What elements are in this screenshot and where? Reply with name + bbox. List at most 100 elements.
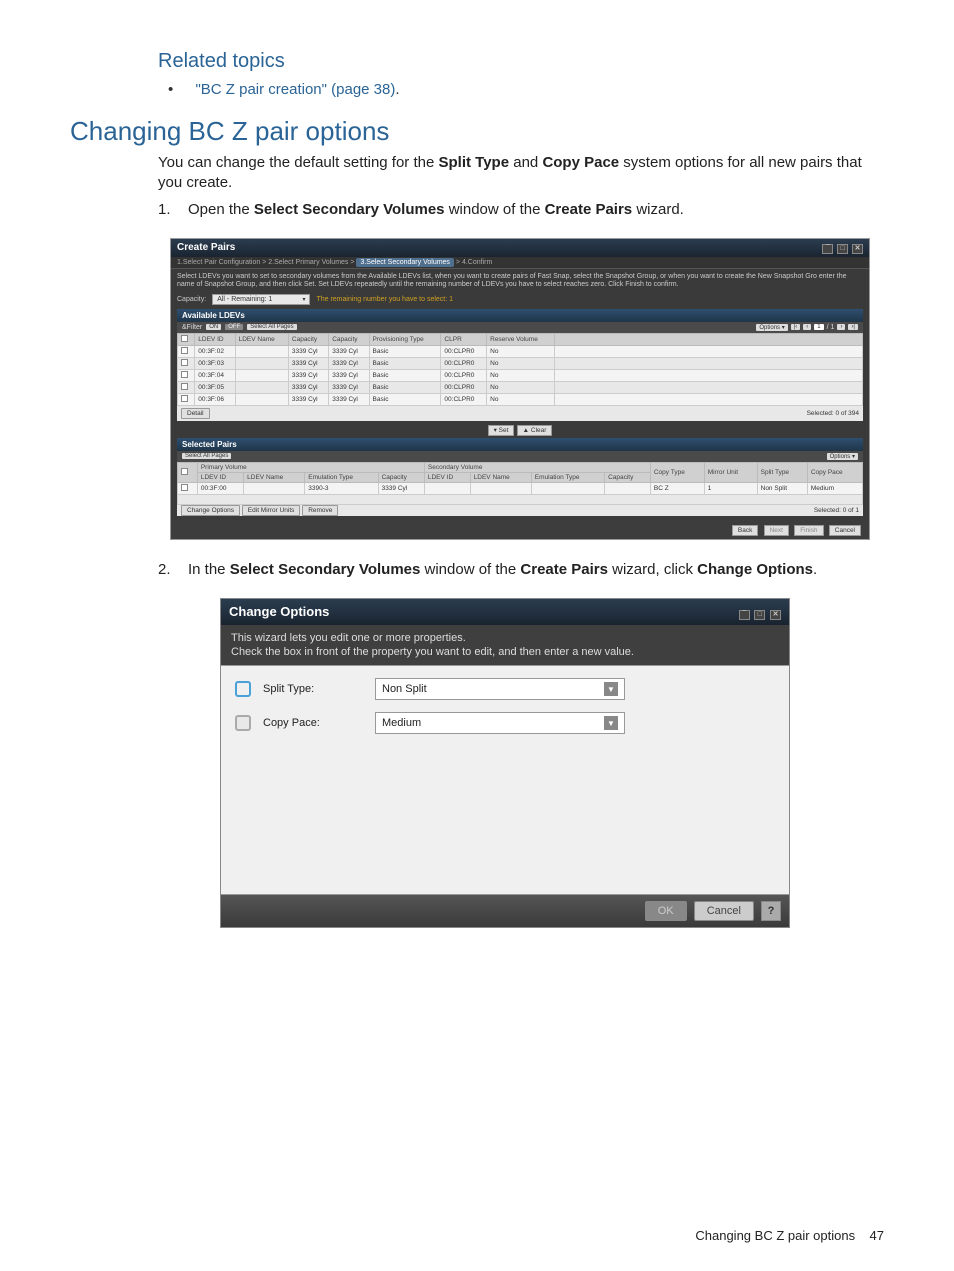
- step1-t3: wizard.: [632, 201, 684, 218]
- page-prev-button[interactable]: ‹: [803, 324, 811, 330]
- split-type-checkbox[interactable]: [235, 681, 251, 697]
- related-topics-heading: Related topics: [158, 50, 884, 73]
- selected-toolbar: Select All Pages Options ▾: [177, 451, 863, 462]
- back-button[interactable]: Back: [732, 525, 758, 536]
- col-prov-type: Provisioning Type: [369, 333, 441, 345]
- available-ldevs-table: LDEV ID LDEV Name Capacity Capacity Prov…: [177, 333, 863, 406]
- filter-off-button[interactable]: OFF: [225, 324, 243, 330]
- intro-bold-split: Split Type: [439, 154, 510, 171]
- intro-mid: and: [509, 154, 542, 171]
- minimize-icon[interactable]: ‾: [739, 610, 750, 620]
- close-icon[interactable]: ✕: [770, 610, 781, 620]
- page-first-button[interactable]: |‹: [791, 324, 801, 330]
- selected-count: Selected: 0 of 1: [814, 507, 859, 514]
- cancel-button[interactable]: Cancel: [829, 525, 861, 536]
- edit-mirror-button[interactable]: Edit Mirror Units: [242, 505, 301, 516]
- change-options-button[interactable]: Change Options: [181, 505, 240, 516]
- related-topics-item: • "BC Z pair creation" (page 38).: [168, 81, 884, 98]
- section-title: Changing BC Z pair options: [70, 116, 884, 147]
- copy-pace-dropdown[interactable]: Medium ▼: [375, 712, 625, 734]
- step2-b3: Change Options: [697, 561, 813, 578]
- wizard-step-2: 2.Select Primary Volumes: [268, 259, 348, 266]
- table-row[interactable]: 00:3F:033339 Cyl3339 CylBasic00:CLPR0No: [178, 357, 863, 369]
- table-row[interactable]: 00:3F:053339 Cyl3339 CylBasic00:CLPR0No: [178, 381, 863, 393]
- close-icon[interactable]: ✕: [852, 244, 863, 254]
- options-label: Options: [830, 454, 851, 460]
- dialog-title: Change Options: [229, 604, 329, 619]
- select-all-button[interactable]: Select All Pages: [247, 324, 296, 330]
- step2-t2: window of the: [420, 561, 520, 578]
- copy-pace-label: Copy Pace:: [263, 717, 363, 729]
- window-titlebar: Create Pairs ‾ □ ✕: [171, 239, 869, 257]
- table-row-empty: [178, 494, 863, 504]
- checkbox-header[interactable]: [178, 333, 195, 345]
- available-selected-count: Selected: 0 of 394: [807, 410, 859, 417]
- select-all-button-2[interactable]: Select All Pages: [182, 453, 231, 459]
- table-row[interactable]: 00:3F:043339 Cyl3339 CylBasic00:CLPR0No: [178, 369, 863, 381]
- step1-t2: window of the: [445, 201, 545, 218]
- page-number[interactable]: 1: [814, 324, 823, 330]
- dialog-titlebar: Change Options ‾ □ ✕: [221, 599, 789, 625]
- cancel-button[interactable]: Cancel: [694, 901, 754, 921]
- step-1-body: Open the Select Secondary Volumes window…: [188, 200, 884, 220]
- options-label: Options: [759, 325, 780, 331]
- step2-b2: Create Pairs: [520, 561, 608, 578]
- page-last-button[interactable]: ›|: [848, 324, 858, 330]
- step1-t1: Open the: [188, 201, 254, 218]
- split-type-value: Non Split: [382, 683, 427, 695]
- chevron-down-icon: ▼: [604, 716, 618, 730]
- table-row[interactable]: 00:3F:023339 Cyl3339 CylBasic00:CLPR0No: [178, 345, 863, 357]
- copy-pace-checkbox[interactable]: [235, 715, 251, 731]
- window-controls: ‾ □ ✕: [821, 242, 863, 254]
- help-button[interactable]: ?: [761, 901, 781, 921]
- col-mirror-unit: Mirror Unit: [704, 462, 757, 482]
- dialog-instr-line2: Check the box in front of the property y…: [231, 645, 779, 659]
- page-next-button[interactable]: ›: [837, 324, 845, 330]
- filter-label[interactable]: &Filter: [182, 324, 202, 331]
- set-button[interactable]: ▾ Set: [488, 425, 515, 436]
- next-button[interactable]: Next: [764, 525, 789, 536]
- step2-t4: .: [813, 561, 817, 578]
- capacity-dropdown[interactable]: All - Remaining: 1: [212, 294, 310, 305]
- filter-on-button[interactable]: ON: [206, 324, 221, 330]
- dialog-footer: OK Cancel ?: [221, 895, 789, 927]
- remove-button[interactable]: Remove: [302, 505, 338, 516]
- step2-t1: In the: [188, 561, 230, 578]
- col-capacity: Capacity: [288, 333, 328, 345]
- wizard-steps: 1.Select Pair Configuration > 2.Select P…: [171, 257, 869, 269]
- capacity-value: All - Remaining: 1: [217, 296, 272, 303]
- col-capacity2: Capacity: [329, 333, 369, 345]
- options-button-2[interactable]: Options ▾: [827, 453, 858, 460]
- minimize-icon[interactable]: ‾: [822, 244, 833, 254]
- change-options-screenshot: Change Options ‾ □ ✕ This wizard lets yo…: [220, 598, 790, 929]
- footer-page-number: 47: [870, 1228, 884, 1243]
- col-copy-pace: Copy Pace: [807, 462, 862, 482]
- wizard-instructions: Select LDEVs you want to set to secondar…: [177, 273, 863, 290]
- detail-button[interactable]: Detail: [181, 408, 210, 419]
- related-link[interactable]: "BC Z pair creation" (page 38): [195, 81, 395, 98]
- table-row[interactable]: 00:3F:003390-33339 Cyl BC Z1Non SplitMed…: [178, 482, 863, 494]
- col-ldev-name: LDEV Name: [235, 333, 288, 345]
- finish-button[interactable]: Finish: [794, 525, 823, 536]
- ok-button[interactable]: OK: [645, 901, 687, 921]
- split-type-row: Split Type: Non Split ▼: [235, 678, 775, 700]
- set-clear-buttons: ▾ Set ▲ Clear: [177, 421, 863, 438]
- secondary-volume-group: Secondary Volume: [424, 462, 650, 472]
- col-copy-type: Copy Type: [650, 462, 704, 482]
- split-type-dropdown[interactable]: Non Split ▼: [375, 678, 625, 700]
- table-row[interactable]: 00:3F:063339 Cyl3339 CylBasic00:CLPR0No: [178, 393, 863, 405]
- step-2: 2. In the Select Secondary Volumes windo…: [158, 560, 884, 580]
- window-controls: ‾ □ ✕: [738, 604, 781, 620]
- maximize-icon[interactable]: □: [837, 244, 848, 254]
- page-total: / 1: [827, 324, 835, 331]
- related-link-suffix: .: [395, 81, 399, 98]
- step2-b1: Select Secondary Volumes: [230, 561, 421, 578]
- options-button[interactable]: Options ▾: [756, 324, 787, 331]
- available-ldevs-header: Available LDEVs: [177, 309, 863, 322]
- maximize-icon[interactable]: □: [754, 610, 765, 620]
- col-split-type: Split Type: [757, 462, 807, 482]
- copy-pace-row: Copy Pace: Medium ▼: [235, 712, 775, 734]
- clear-button[interactable]: ▲ Clear: [517, 425, 553, 436]
- available-toolbar: &Filter ON OFF Select All Pages Options …: [177, 322, 863, 333]
- selected-footer: Change Options Edit Mirror Units Remove …: [177, 505, 863, 516]
